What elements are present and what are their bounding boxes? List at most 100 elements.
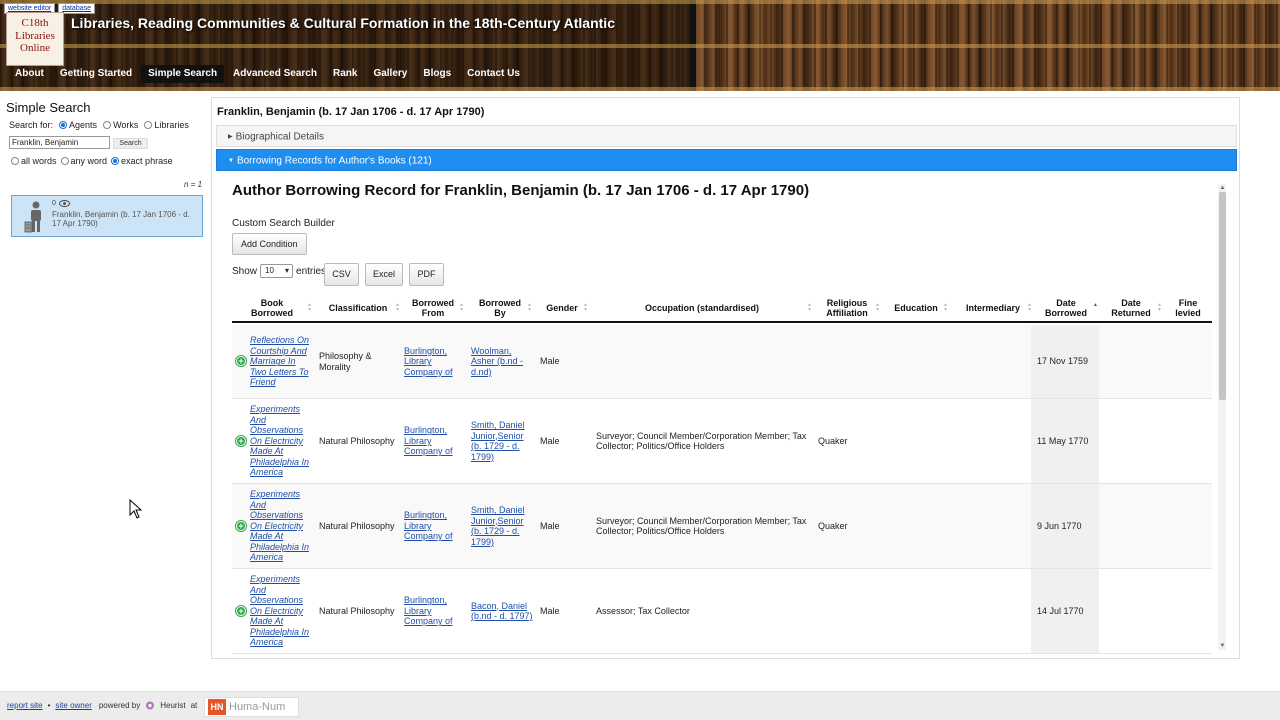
pdf-button[interactable]: PDF	[409, 263, 444, 286]
cell-borrowed-by[interactable]: Smith, Daniel Junior,Senior (b. 1729 - d…	[471, 484, 533, 568]
table-row[interactable]: + Reflections On Courtship And Marriage I…	[232, 325, 1212, 399]
cell-borrowed-from[interactable]: Burlington, Library Company of	[404, 569, 464, 653]
heurist-link[interactable]: Heurist	[160, 701, 185, 710]
shelf-band	[0, 0, 1280, 4]
scroll-down-icon[interactable]: ▼	[1219, 643, 1226, 649]
person-icon	[24, 201, 41, 233]
cell-text: 11 May 1770	[1037, 435, 1089, 446]
nav-simple-search[interactable]: Simple Search	[141, 65, 225, 83]
site-owner-link[interactable]: site owner	[55, 701, 91, 710]
cell-text[interactable]: Burlington, Library Company of	[404, 510, 464, 542]
nav-getting-started[interactable]: Getting Started	[53, 65, 139, 83]
cell-borrowed-from[interactable]: Burlington, Library Company of	[404, 399, 464, 483]
cell-borrowed-from[interactable]: Burlington, Library Company of	[404, 484, 464, 568]
cell-borrowed-by[interactable]: Bacon, Daniel (b.nd - d. 1797)	[471, 569, 533, 653]
cell-borrowed-by[interactable]: Smith, Daniel Junior,Senior (b. 1729 - d…	[471, 399, 533, 483]
radio-agents[interactable]: Agents	[59, 120, 97, 130]
cell-occupation: Surveyor; Council Member/Corporation Mem…	[596, 484, 814, 568]
search-input[interactable]: Franklin, Benjamin	[9, 136, 110, 149]
col-borrowed-from[interactable]: Borrowed From ▲ ▼	[402, 295, 464, 321]
cell-text[interactable]: Experiments And Observations On Electric…	[250, 404, 312, 478]
col-borrowed-by[interactable]: Borrowed By ▲ ▼	[468, 295, 532, 321]
table-row[interactable]: + Experiments And Observations On Electri…	[232, 399, 1212, 484]
cell-text[interactable]: Burlington, Library Company of	[404, 346, 464, 378]
sort-icon: ▲ ▼	[1157, 302, 1162, 313]
expand-row-icon[interactable]: +	[236, 520, 246, 531]
huma-num-logo[interactable]: HN Huma-Num	[204, 697, 299, 717]
cell-book[interactable]: Experiments And Observations On Electric…	[250, 484, 312, 568]
cell-text[interactable]: Bacon, Daniel (b.nd - d. 1797)	[471, 601, 533, 622]
radio-icon[interactable]	[60, 157, 69, 165]
cell-book[interactable]: Reflections On Courtship And Marriage In…	[250, 325, 312, 398]
cell-text[interactable]: Smith, Daniel Junior,Senior (b. 1729 - d…	[471, 420, 533, 462]
col-gender[interactable]: Gender ▲ ▼	[536, 295, 588, 321]
cell-date-borrowed: 9 Jun 1770	[1031, 484, 1099, 568]
nav-blogs[interactable]: Blogs	[416, 65, 458, 83]
accordion-biographical-details[interactable]: ▶ Biographical Details	[216, 125, 1237, 147]
search-button[interactable]: Search	[113, 138, 148, 149]
cell-borrowed-from[interactable]: Burlington, Library Company of	[404, 325, 464, 398]
col-book-borrowed[interactable]: Book Borrowed ▲ ▼	[232, 295, 312, 321]
radio-works[interactable]: Works	[103, 120, 138, 130]
radio-icon[interactable]	[11, 157, 19, 165]
radio-exact-phrase[interactable]: exact phrase	[111, 156, 173, 166]
col-religious-affiliation[interactable]: Religious Affiliation ▲ ▼	[814, 295, 880, 321]
radio-icon[interactable]	[103, 121, 112, 129]
cell-text[interactable]: Burlington, Library Company of	[404, 425, 464, 457]
nav-advanced-search[interactable]: Advanced Search	[226, 65, 324, 83]
search-result-card[interactable]: 0 Franklin, Benjamin (b. 17 Jan 1706 - d…	[11, 195, 203, 237]
record-title: Franklin, Benjamin (b. 17 Jan 1706 - d. …	[217, 106, 485, 118]
radio-icon[interactable]	[59, 121, 68, 129]
table-row[interactable]: + Experiments And Observations On Electri…	[232, 484, 1212, 569]
radio-label: Works	[113, 120, 139, 130]
cell-text[interactable]: Burlington, Library Company of	[404, 595, 464, 627]
col-fine-levied[interactable]: Fine levied	[1166, 295, 1210, 321]
nav-rank[interactable]: Rank	[326, 65, 364, 83]
cell-date-borrowed: 17 Nov 1759	[1031, 325, 1099, 398]
cell-text[interactable]: Experiments And Observations On Electric…	[250, 489, 312, 563]
radio-all-words[interactable]: all words	[11, 156, 57, 166]
accordion-borrowing-records[interactable]: ▼ Borrowing Records for Author's Books (1…	[216, 149, 1237, 171]
cell-borrowed-by[interactable]: Woolman, Asher (b.nd - d.nd)	[471, 325, 533, 398]
eye-icon[interactable]	[58, 200, 70, 207]
site-logo[interactable]: C18th Libraries Online	[6, 12, 64, 66]
col-education[interactable]: Education ▲ ▼	[884, 295, 948, 321]
col-intermediary[interactable]: Intermediary ▲ ▼	[954, 295, 1032, 321]
csv-button[interactable]: CSV	[324, 263, 359, 286]
scrollbar-thumb[interactable]	[1219, 192, 1226, 400]
cell-text[interactable]: Woolman, Asher (b.nd - d.nd)	[471, 346, 533, 378]
cell-text: Male	[540, 520, 560, 531]
report-site-link[interactable]: report site	[7, 701, 43, 710]
cell-book[interactable]: Experiments And Observations On Electric…	[250, 399, 312, 483]
cell-book[interactable]: Experiments And Observations On Electric…	[250, 569, 312, 653]
radio-icon[interactable]	[144, 121, 153, 129]
col-occupation[interactable]: Occupation (standardised) ▲ ▼	[592, 295, 812, 321]
radio-libraries[interactable]: Libraries	[144, 120, 189, 130]
logo-line: Online	[20, 42, 50, 54]
radio-icon[interactable]	[111, 157, 120, 165]
scroll-up-icon[interactable]: ▲	[1219, 185, 1226, 191]
expand-row-icon[interactable]: +	[236, 605, 246, 616]
cell-text[interactable]: Experiments And Observations On Electric…	[250, 574, 312, 648]
page-length-select[interactable]: 10	[260, 264, 294, 278]
nav-gallery[interactable]: Gallery	[366, 65, 414, 83]
col-date-borrowed[interactable]: Date Borrowed ▲	[1034, 295, 1098, 321]
radio-label: Libraries	[154, 120, 189, 130]
cell-classification: Natural Philosophy	[319, 484, 399, 568]
table-row[interactable]: + Experiments And Observations On Electri…	[232, 569, 1212, 654]
expand-row-icon[interactable]: +	[236, 356, 246, 366]
radio-any-word[interactable]: any word	[60, 156, 107, 166]
panel-scrollbar[interactable]: ▲ ▼	[1218, 184, 1226, 650]
show-label: Show	[232, 265, 258, 277]
cell-text[interactable]: Smith, Daniel Junior,Senior (b. 1729 - d…	[471, 505, 533, 547]
excel-button[interactable]: Excel	[365, 263, 403, 286]
cell-text: Philosophy & Morality	[319, 351, 372, 372]
add-condition-button[interactable]: Add Condition	[232, 233, 307, 255]
expand-row-icon[interactable]: +	[236, 435, 246, 446]
cell-text[interactable]: Reflections On Courtship And Marriage In…	[250, 335, 312, 388]
nav-contact-us[interactable]: Contact Us	[460, 65, 527, 83]
col-date-returned[interactable]: Date Returned ▲ ▼	[1100, 295, 1162, 321]
cell-fine	[1166, 325, 1210, 398]
nav-about[interactable]: About	[8, 65, 51, 83]
col-classification[interactable]: Classification ▲ ▼	[316, 295, 400, 321]
